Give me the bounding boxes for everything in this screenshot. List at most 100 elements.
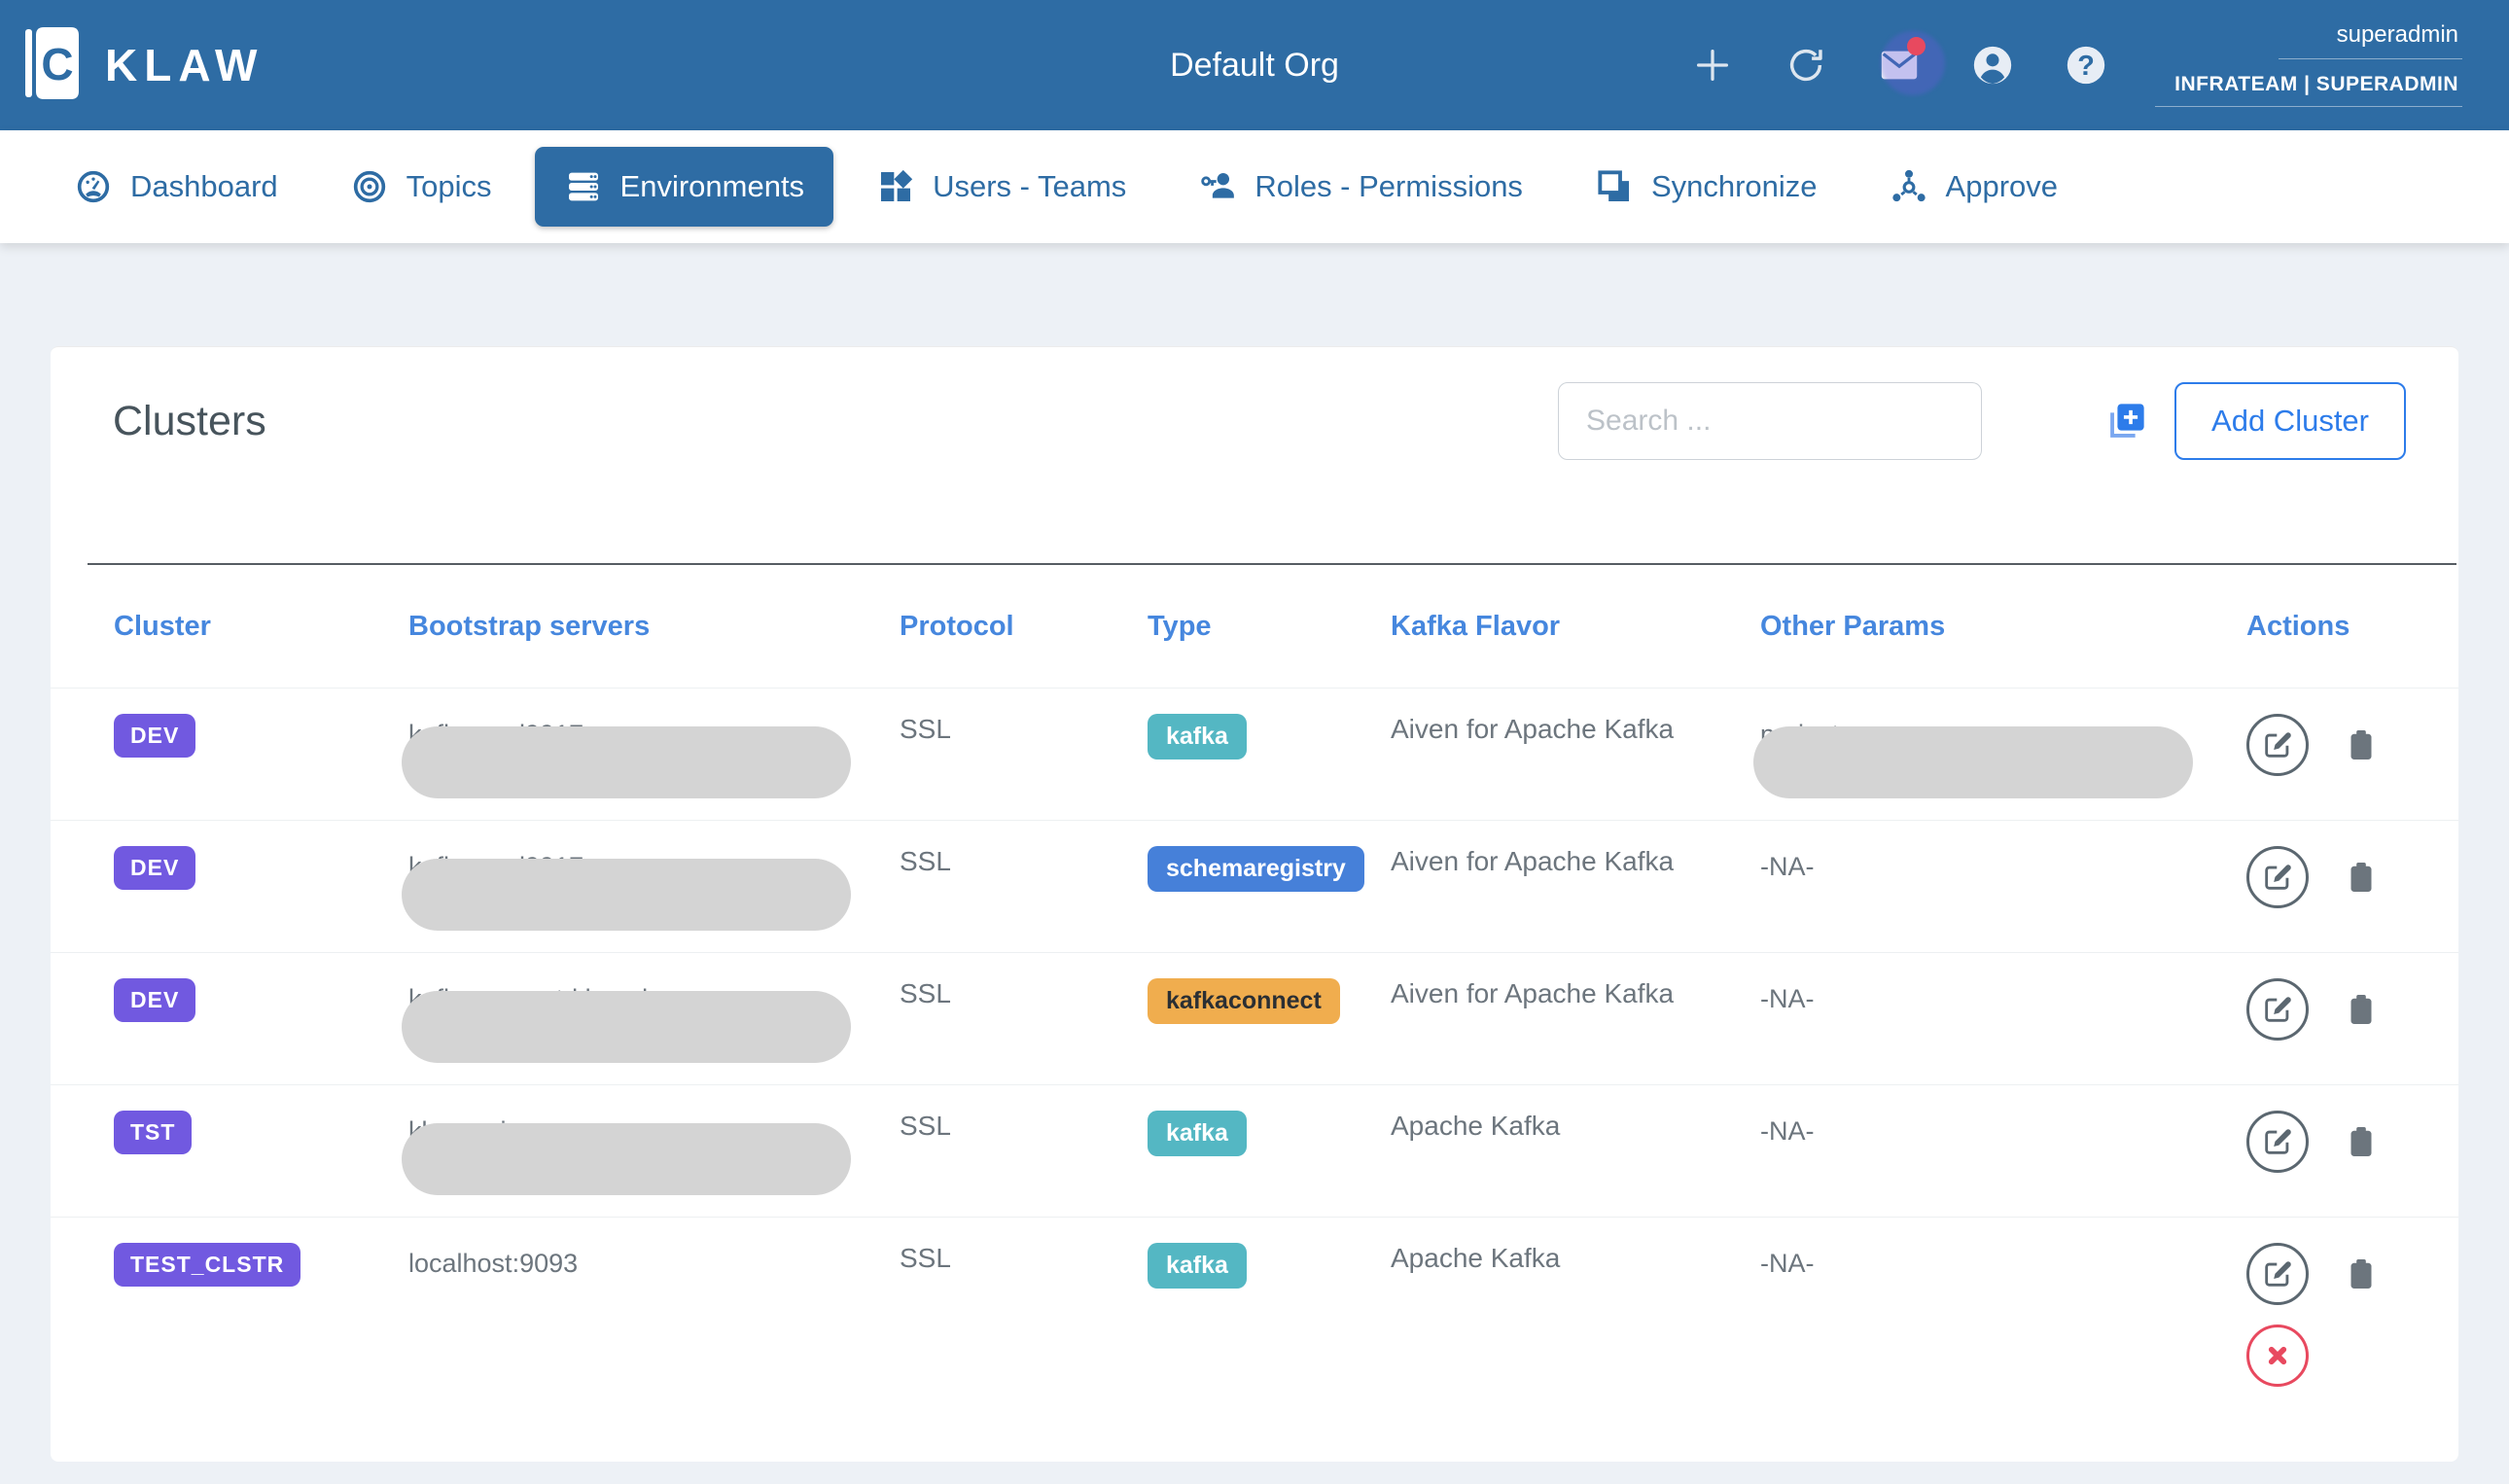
column-header: Other Params	[1760, 611, 2246, 643]
table-row: DEV kafka-...-d9917-...sandbox.aivenclou…	[51, 820, 2458, 952]
redaction-blob	[402, 991, 851, 1063]
users-teams-icon	[876, 167, 915, 206]
other-params-cell: -NA-	[1760, 846, 2246, 887]
search-input[interactable]	[1558, 382, 1982, 460]
tab-dashboard[interactable]: Dashboard	[45, 147, 307, 227]
bootstrap-servers-cell: localhost:9093	[408, 1243, 900, 1284]
actions-cell	[2246, 1243, 2410, 1387]
cluster-badge: TST	[114, 1111, 192, 1154]
main-nav-tabs: Dashboard Topics Environments Users - Teams…	[0, 130, 2509, 243]
type-badge: kafka	[1148, 1243, 1247, 1289]
table-row: TEST_CLSTR localhost:9093 SSL kafka Apac…	[51, 1217, 2458, 1460]
kafka-flavor-cell: Apache Kafka	[1391, 1111, 1760, 1142]
bootstrap-servers-cell: kafka-...-d9917-...sandbox.aivencloud.co…	[408, 714, 900, 795]
add-icon[interactable]	[1690, 43, 1735, 88]
help-icon[interactable]: ?	[2064, 43, 2108, 88]
copy-cluster-button[interactable]	[2344, 1254, 2379, 1293]
edit-cluster-button[interactable]	[2246, 1243, 2309, 1305]
app-window: C KLAW Default Org ? superadmin INFRATEA…	[0, 0, 2509, 1484]
notification-badge	[1907, 37, 1926, 55]
protocol-cell: SSL	[900, 1111, 1148, 1142]
dashboard-icon	[74, 167, 113, 206]
kafka-flavor-cell: Aiven for Apache Kafka	[1391, 846, 1760, 877]
column-header: Actions	[2246, 611, 2410, 643]
brand-name: KLAW	[105, 39, 264, 91]
approve-icon	[1890, 167, 1928, 206]
cluster-badge: TEST_CLSTR	[114, 1243, 300, 1287]
user-menu: superadmin INFRATEAM | SUPERADMIN	[2155, 16, 2462, 107]
bootstrap-servers-cell: klaw-...-i...sandbox.internal:9093	[408, 1111, 900, 1192]
tab-label: Roles - Permissions	[1254, 169, 1523, 204]
redaction-blob	[1753, 726, 2193, 798]
mail-icon[interactable]	[1877, 43, 1922, 88]
column-header: Kafka Flavor	[1391, 611, 1760, 643]
redaction-blob	[402, 726, 851, 798]
actions-cell	[2246, 714, 2410, 776]
copy-cluster-button[interactable]	[2344, 725, 2379, 764]
panel-header: Clusters Add Cluster	[51, 347, 2458, 522]
kafka-flavor-cell: Aiven for Apache Kafka	[1391, 714, 1760, 745]
clusters-table: ClusterBootstrap serversProtocolTypeKafk…	[51, 565, 2458, 1462]
environments-icon	[564, 167, 603, 206]
tab-approve[interactable]: Approve	[1860, 147, 2087, 227]
delete-cluster-button[interactable]	[2246, 1325, 2309, 1387]
add-cluster-button[interactable]: Add Cluster	[2174, 382, 2406, 460]
clusters-panel: Clusters Add Cluster ClusterBootstrap se…	[51, 346, 2458, 1462]
copy-cluster-button[interactable]	[2344, 1122, 2379, 1161]
roles-permissions-icon	[1198, 167, 1237, 206]
column-header: Type	[1148, 611, 1391, 643]
other-params-cell: -NA-	[1760, 1111, 2246, 1151]
table-row: DEV kafka-...-d9917-...sandbox.aivenclou…	[51, 688, 2458, 820]
actions-cell	[2246, 1111, 2410, 1173]
copy-cluster-button[interactable]	[2344, 990, 2379, 1029]
kafka-flavor-cell: Apache Kafka	[1391, 1243, 1760, 1274]
bootstrap-servers-cell: kafka-...-d9917-...sandbox.aivencloud.co…	[408, 846, 900, 928]
tab-label: Dashboard	[130, 169, 278, 204]
tab-topics[interactable]: Topics	[321, 147, 521, 227]
tab-synchronize[interactable]: Synchronize	[1566, 147, 1847, 227]
redaction-blob	[402, 1123, 851, 1195]
edit-cluster-button[interactable]	[2246, 978, 2309, 1041]
tab-label: Users - Teams	[933, 169, 1126, 204]
protocol-cell: SSL	[900, 978, 1148, 1009]
actions-cell	[2246, 846, 2410, 908]
edit-cluster-button[interactable]	[2246, 846, 2309, 908]
other-params-cell: projects=...serviceName=kafka-4fea2016	[1760, 714, 2246, 795]
brand[interactable]: C KLAW	[23, 0, 264, 130]
tab-roles-permissions[interactable]: Roles - Permissions	[1169, 147, 1552, 227]
copy-cluster-button[interactable]	[2344, 858, 2379, 897]
actions-cell	[2246, 978, 2410, 1041]
protocol-cell: SSL	[900, 846, 1148, 877]
other-params-cell: -NA-	[1760, 1243, 2246, 1284]
tab-environments[interactable]: Environments	[535, 147, 834, 227]
protocol-cell: SSL	[900, 1243, 1148, 1274]
tab-label: Approve	[1946, 169, 2058, 204]
cluster-badge: DEV	[114, 846, 195, 890]
column-header: Cluster	[114, 611, 408, 643]
type-badge: kafka	[1148, 1111, 1247, 1156]
bootstrap-servers-cell: kafkaconnect-klaw-dev-...sandbox.aivencl…	[408, 978, 900, 1060]
table-row: DEV kafkaconnect-klaw-dev-...sandbox.aiv…	[51, 952, 2458, 1084]
other-params-cell: -NA-	[1760, 978, 2246, 1019]
column-header: Protocol	[900, 611, 1148, 643]
org-title: Default Org	[1170, 0, 1339, 130]
top-navbar: C KLAW Default Org ? superadmin INFRATEA…	[0, 0, 2509, 130]
cluster-badge: DEV	[114, 714, 195, 758]
refresh-icon[interactable]	[1784, 43, 1828, 88]
navbar-icons: ?	[1690, 0, 2108, 130]
edit-cluster-button[interactable]	[2246, 714, 2309, 776]
svg-text:C: C	[41, 39, 73, 89]
type-badge: schemaregistry	[1148, 846, 1364, 892]
type-badge: kafka	[1148, 714, 1247, 760]
tab-users-teams[interactable]: Users - Teams	[847, 147, 1155, 227]
type-badge: kafkaconnect	[1148, 978, 1340, 1024]
tab-label: Environments	[620, 169, 805, 204]
add-cluster-icon[interactable]	[2104, 399, 2149, 443]
protocol-cell: SSL	[900, 714, 1148, 745]
column-header: Bootstrap servers	[408, 611, 900, 643]
page-title: Clusters	[113, 398, 266, 445]
team-role-dropdown[interactable]: INFRATEAM | SUPERADMIN	[2155, 69, 2462, 107]
user-icon[interactable]	[1970, 43, 2015, 88]
edit-cluster-button[interactable]	[2246, 1111, 2309, 1173]
username-dropdown[interactable]: superadmin	[2279, 16, 2462, 59]
